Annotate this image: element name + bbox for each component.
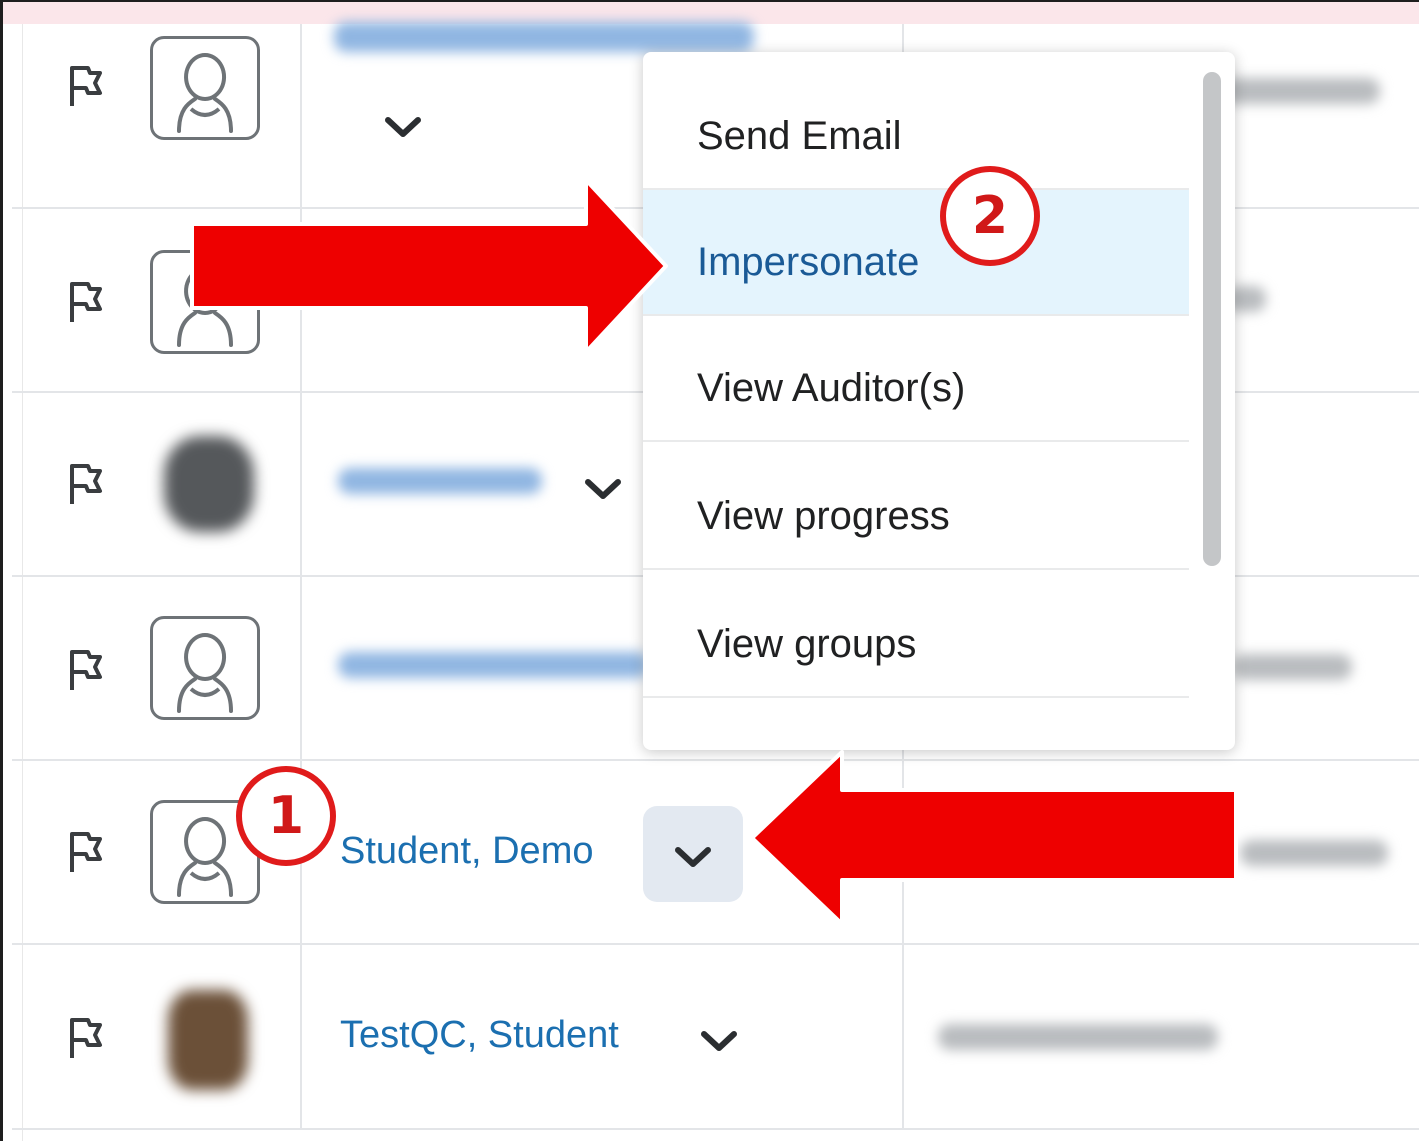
flag-icon[interactable] [66, 462, 104, 506]
menu-item-label: Send Email [697, 114, 902, 158]
step-2-callout: 2 [940, 166, 1040, 266]
row-divider [12, 943, 1419, 945]
user-name-link[interactable]: TestQC, Student [340, 1016, 619, 1054]
user-name-link[interactable]: Student, Demo [340, 832, 593, 870]
menu-item-view-progress[interactable]: View progress [643, 444, 1189, 570]
step-1-callout: 1 [236, 766, 336, 866]
arrow-left-annotation [750, 750, 1238, 926]
menu-item-view-auditors[interactable]: View Auditor(s) [643, 316, 1189, 442]
menu-item-label: View progress [697, 494, 950, 538]
chevron-down-icon[interactable] [696, 1026, 742, 1056]
flag-icon[interactable] [66, 1016, 104, 1060]
user-photo [168, 990, 248, 1090]
user-actions-menu: Send Email Impersonate View Auditor(s) V… [643, 52, 1235, 750]
user-actions-dropdown-button[interactable] [643, 806, 743, 902]
menu-item-label: View Auditor(s) [697, 366, 966, 410]
header-highlight-band [3, 2, 1419, 24]
table-left-border [22, 24, 23, 1141]
flag-icon[interactable] [66, 280, 104, 324]
menu-scrollbar[interactable] [1203, 72, 1221, 566]
arrow-right-annotation [190, 178, 668, 354]
redacted-value [1220, 78, 1380, 104]
chevron-down-icon [675, 847, 711, 867]
flag-icon[interactable] [66, 64, 104, 108]
flag-icon[interactable] [66, 830, 104, 874]
flag-icon[interactable] [66, 648, 104, 692]
user-avatar-icon [150, 616, 260, 720]
redacted-value [1232, 654, 1352, 680]
redacted-value [938, 1024, 1218, 1050]
redacted-name[interactable] [334, 22, 754, 52]
menu-item-label: Impersonate [697, 240, 920, 284]
redacted-value [1240, 840, 1388, 866]
redacted-name[interactable] [338, 468, 542, 494]
chevron-down-icon[interactable] [580, 474, 626, 504]
row-divider [12, 1128, 1419, 1130]
user-avatar-icon [150, 36, 260, 140]
menu-item-send-email[interactable]: Send Email [643, 64, 1189, 190]
chevron-down-icon[interactable] [380, 112, 426, 142]
menu-item-impersonate[interactable]: Impersonate [643, 190, 1189, 316]
user-photo [164, 436, 254, 532]
menu-item-label: View groups [697, 622, 917, 666]
menu-item-view-groups[interactable]: View groups [643, 572, 1189, 698]
redacted-name[interactable] [338, 652, 648, 678]
